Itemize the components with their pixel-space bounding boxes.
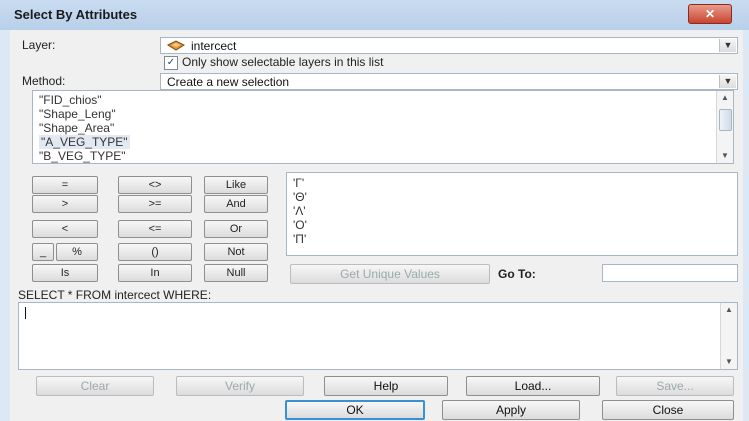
clear-button[interactable]: Clear (36, 376, 154, 396)
unique-value-item[interactable]: 'Θ' (293, 190, 307, 204)
load-button[interactable]: Load... (466, 376, 600, 396)
apply-button[interactable]: Apply (442, 400, 580, 420)
polygon-layer-icon (167, 40, 185, 51)
fields-scrollbar[interactable]: ▲ ▼ (716, 91, 733, 163)
percent-button[interactable]: % (56, 243, 98, 261)
ok-button[interactable]: OK (285, 400, 425, 420)
verify-button[interactable]: Verify (176, 376, 304, 396)
title-bar: Select By Attributes ✕ (0, 0, 749, 30)
layer-value: intercect (191, 39, 237, 53)
dialog-title: Select By Attributes (14, 7, 138, 22)
goto-label: Go To: (498, 267, 536, 281)
save-button[interactable]: Save... (616, 376, 734, 396)
underscore-button[interactable]: _ (32, 243, 54, 261)
layer-dropdown[interactable]: intercect ▼ (160, 37, 738, 54)
goto-input[interactable] (602, 264, 738, 282)
scroll-down-icon[interactable]: ▼ (717, 149, 733, 163)
parentheses-button[interactable]: () (118, 243, 192, 261)
method-dropdown[interactable]: Create a new selection ▼ (160, 73, 738, 90)
less-equal-button[interactable]: <= (118, 220, 192, 238)
fields-list[interactable]: "FID_chios" "Shape_Leng" "Shape_Area" "A… (32, 90, 734, 164)
method-value: Create a new selection (167, 75, 290, 89)
field-item[interactable]: "Shape_Area" (39, 121, 114, 135)
is-button[interactable]: Is (32, 264, 98, 282)
only-selectable-label: Only show selectable layers in this list (182, 55, 384, 69)
get-unique-values-button[interactable]: Get Unique Values (290, 264, 490, 284)
unique-value-item[interactable]: 'Ο' (293, 218, 307, 232)
text-caret (25, 307, 26, 319)
field-item-selected[interactable]: "A_VEG_TYPE" (39, 135, 130, 149)
chevron-down-icon[interactable]: ▼ (719, 39, 736, 52)
unique-value-item[interactable]: 'Γ' (293, 176, 304, 190)
unique-value-item[interactable]: 'Λ' (293, 204, 306, 218)
method-label: Method: (22, 74, 66, 88)
chevron-down-icon[interactable]: ▼ (719, 75, 736, 88)
help-button[interactable]: Help (324, 376, 448, 396)
dialog-body: Layer: intercect ▼ ✓ Only show selectabl… (10, 30, 743, 421)
field-item[interactable]: "Shape_Leng" (39, 107, 116, 121)
equals-button[interactable]: = (32, 176, 98, 194)
query-expression-input[interactable]: ▲ ▼ (18, 302, 738, 370)
greater-than-button[interactable]: > (32, 195, 98, 213)
layer-label: Layer: (22, 38, 56, 52)
close-window-button[interactable]: ✕ (688, 4, 732, 24)
scroll-thumb[interactable] (719, 109, 732, 131)
or-button[interactable]: Or (204, 220, 268, 238)
field-item[interactable]: "FID_chios" (39, 93, 102, 107)
not-equal-button[interactable]: <> (118, 176, 192, 194)
less-than-button[interactable]: < (32, 220, 98, 238)
in-button[interactable]: In (118, 264, 192, 282)
scroll-up-icon[interactable]: ▲ (717, 91, 733, 105)
select-by-attributes-dialog: Select By Attributes ✕ Layer: intercect … (0, 0, 749, 421)
unique-value-item[interactable]: 'Π' (293, 232, 306, 246)
null-button[interactable]: Null (204, 264, 268, 282)
query-header: SELECT * FROM intercect WHERE: (18, 288, 212, 302)
only-selectable-checkbox[interactable]: ✓ (164, 56, 178, 70)
unique-values-list[interactable]: 'Γ' 'Θ' 'Λ' 'Ο' 'Π' (286, 172, 738, 256)
not-button[interactable]: Not (204, 243, 268, 261)
like-button[interactable]: Like (204, 176, 268, 194)
scroll-up-icon[interactable]: ▲ (721, 303, 737, 317)
greater-equal-button[interactable]: >= (118, 195, 192, 213)
close-button[interactable]: Close (602, 400, 734, 420)
field-item[interactable]: "B_VEG_TYPE" (39, 149, 126, 163)
and-button[interactable]: And (204, 195, 268, 213)
scroll-down-icon[interactable]: ▼ (721, 355, 737, 369)
query-scrollbar[interactable]: ▲ ▼ (720, 303, 737, 369)
